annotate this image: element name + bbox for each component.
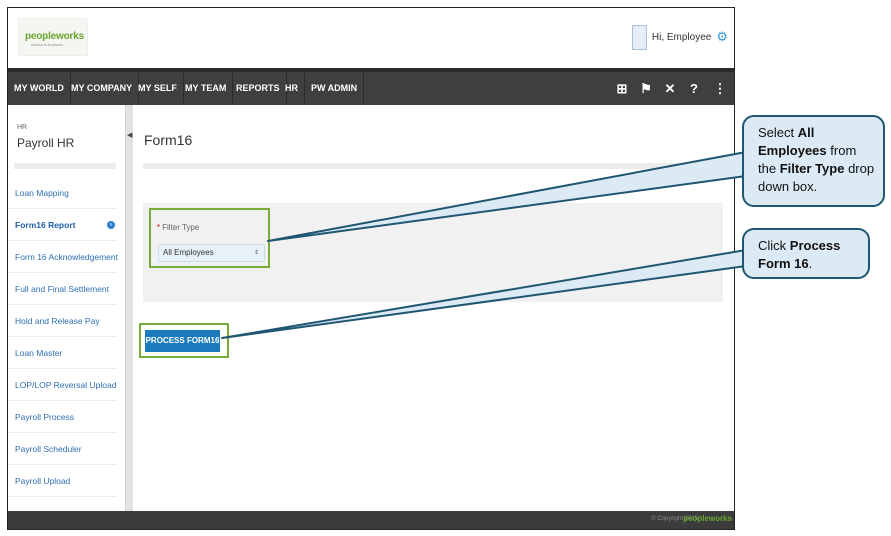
callout-text: . (808, 256, 813, 271)
filter-highlight: * Filter Type All Employees ⇕ (149, 208, 270, 268)
divider (143, 163, 723, 169)
logo-tagline: PEOPLE IN BUSINESS (31, 43, 63, 47)
header: peopleworks PEOPLE IN BUSINESS Hi, Emplo… (8, 8, 734, 68)
nav-item-my-self[interactable]: MY SELF (132, 72, 184, 105)
avatar[interactable] (631, 24, 647, 50)
sidebar-title: Payroll HR (17, 136, 75, 150)
logo[interactable]: peopleworks PEOPLE IN BUSINESS (18, 18, 88, 56)
filter-type-label: * Filter Type (157, 223, 199, 232)
sidebar-item-loan-master[interactable]: Loan Master (8, 337, 117, 369)
filter-type-label-text: Filter Type (162, 223, 200, 232)
sidebar-item-loan-mapping[interactable]: Loan Mapping (8, 177, 117, 209)
filter-type-value: All Employees (163, 248, 214, 257)
sidebar-item-label: Form16 Report (15, 220, 76, 230)
page-title: Form16 (144, 132, 193, 148)
arrow-right-icon: › (107, 221, 115, 229)
process-button-highlight: PROCESS FORM16 (139, 323, 229, 358)
footer: © Copyright 2015 peopleworks (8, 511, 734, 529)
tools-icon[interactable]: ✕ (658, 72, 682, 105)
sidebar-item-hold-release-pay[interactable]: Hold and Release Pay (8, 305, 117, 337)
filter-panel: * Filter Type All Employees ⇕ (143, 203, 723, 302)
nav-item-my-company[interactable]: MY COMPANY (65, 72, 140, 105)
required-marker: * (157, 223, 161, 232)
sidebar-item-payroll-upload[interactable]: Payroll Upload (8, 465, 117, 497)
book-icon[interactable]: ⊞ (610, 72, 634, 105)
greeting-text: Hi, Employee (651, 31, 712, 43)
divider (14, 163, 116, 169)
sidebar-item-lop-reversal-upload[interactable]: LOP/LOP Reversal Upload (8, 369, 117, 401)
sidebar: HR Payroll HR Loan Mapping Form16 Report… (8, 105, 125, 511)
share-icon[interactable]: ⋮ (708, 72, 732, 105)
sidebar-section-label: HR (17, 124, 28, 131)
sidebar-item-form16-acknowledgement[interactable]: Form 16 Acknowledgement (8, 241, 118, 273)
nav-item-pw-admin[interactable]: PW ADMIN (305, 72, 365, 105)
main-content: Form16 * Filter Type All Employees ⇕ PROC… (133, 105, 734, 511)
app-window: peopleworks PEOPLE IN BUSINESS Hi, Emplo… (7, 7, 735, 530)
main-nav: MY WORLD MY COMPANY MY SELF MY TEAM REPO… (8, 68, 734, 105)
gear-icon[interactable]: ⚙ (716, 29, 728, 45)
callout-select-filter: Select All Employees from the Filter Typ… (742, 115, 885, 207)
sidebar-item-payroll-scheduler[interactable]: Payroll Scheduler (8, 433, 117, 465)
sidebar-item-full-final-settlement[interactable]: Full and Final Settlement (8, 273, 117, 305)
nav-item-my-team[interactable]: MY TEAM (179, 72, 234, 105)
footer-logo: peopleworks (683, 514, 732, 523)
filter-type-select[interactable]: All Employees ⇕ (158, 244, 265, 262)
collapse-arrow-icon[interactable]: ◀ (127, 131, 132, 139)
sidebar-item-form16-report[interactable]: Form16 Report › (8, 209, 117, 241)
flag-icon[interactable]: ⚑ (634, 72, 658, 105)
user-menu[interactable]: Hi, Employee ⚙ (631, 24, 728, 50)
callout-text: Select (758, 125, 798, 140)
select-arrows-icon: ⇕ (253, 250, 259, 256)
sidebar-item-payroll-process[interactable]: Payroll Process (8, 401, 117, 433)
sidebar-splitter[interactable]: ◀ (125, 105, 133, 511)
process-form16-button[interactable]: PROCESS FORM16 (145, 330, 220, 352)
callout-process-form16: Click Process Form 16. (742, 228, 870, 279)
logo-text: peopleworks (25, 31, 84, 42)
callout-text: Click (758, 238, 790, 253)
sidebar-menu: Loan Mapping Form16 Report › Form 16 Ack… (8, 177, 125, 497)
nav-item-hr[interactable]: HR (279, 72, 305, 105)
help-icon[interactable]: ? (682, 72, 706, 105)
callout-bold: Filter Type (779, 161, 845, 176)
nav-item-my-world[interactable]: MY WORLD (8, 72, 71, 105)
